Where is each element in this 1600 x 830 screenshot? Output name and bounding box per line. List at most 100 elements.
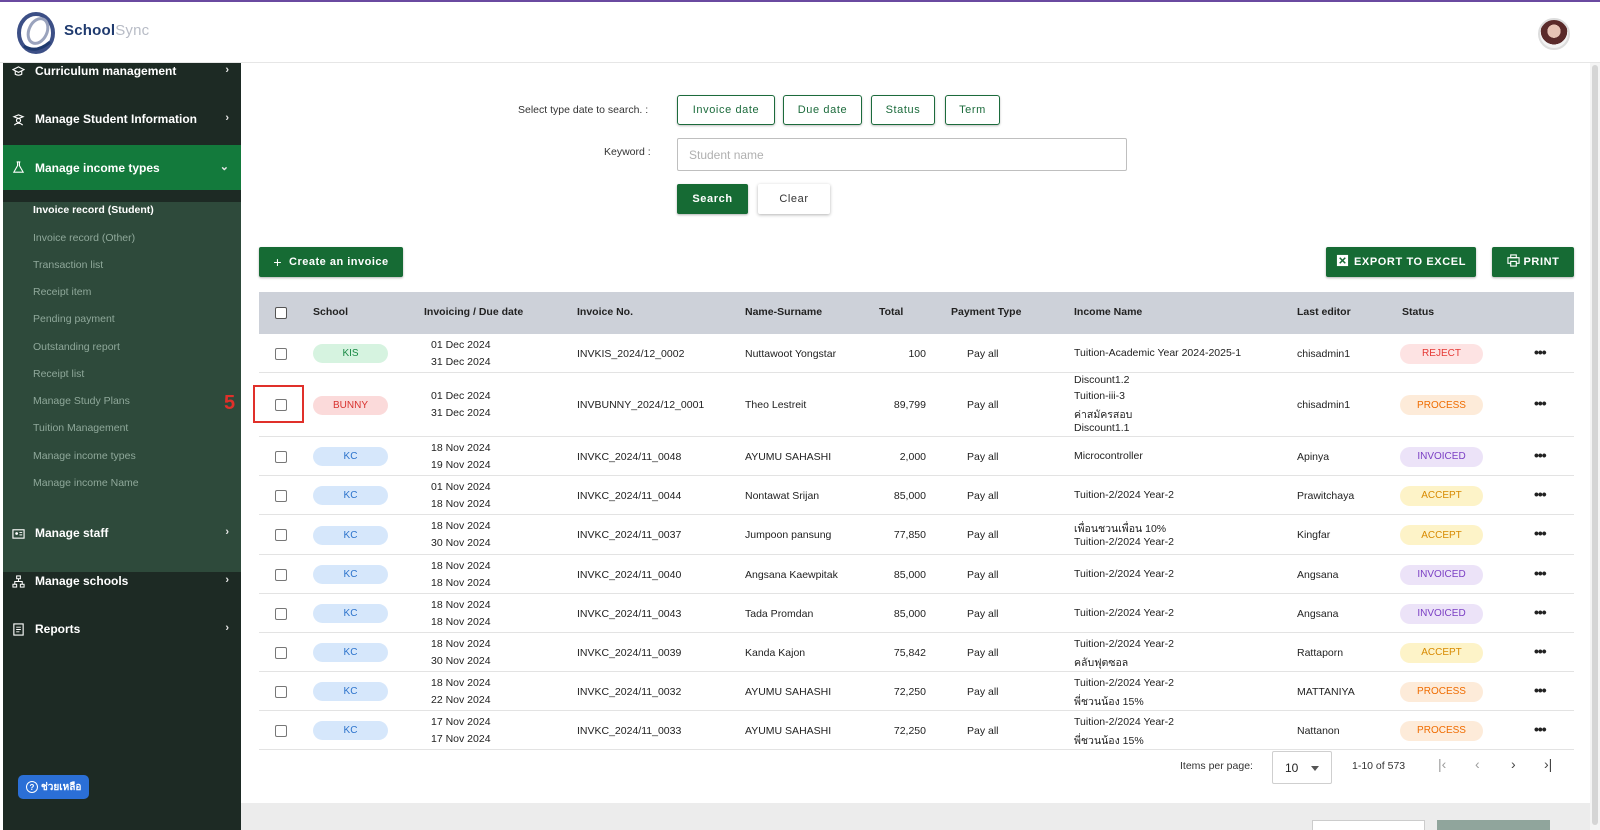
payment-type: Pay all [967, 724, 999, 737]
submenu-invoice-record-other[interactable]: Invoice record (Other) [33, 232, 135, 244]
invoice-total: 85,000 [893, 607, 926, 620]
filter-due-date-button[interactable]: Due date [783, 95, 862, 125]
more-options-icon[interactable]: ••• [1534, 525, 1547, 541]
keyword-search-input[interactable] [677, 138, 1127, 171]
status-badge: INVOICED [1400, 564, 1483, 585]
last-editor: chisadmin1 [1297, 347, 1351, 360]
row-checkbox[interactable] [275, 347, 287, 360]
row-checkbox[interactable] [275, 529, 287, 541]
invoice-date: 18 Nov 2024 [431, 520, 491, 532]
row-checkbox[interactable] [275, 724, 287, 737]
row-checkbox[interactable] [275, 450, 287, 463]
column-header-last-editor[interactable]: Last editor [1297, 306, 1351, 318]
chevron-right-icon: › [225, 526, 229, 538]
clear-button[interactable]: Clear [758, 184, 830, 214]
column-header-school[interactable]: School [313, 306, 348, 318]
footer-button-primary[interactable] [1437, 820, 1550, 830]
table-row[interactable]: KC 18 Nov 2024 30 Nov 2024 INVKC_2024/11_00… [259, 633, 1574, 672]
submenu-manage-income-name[interactable]: Manage income Name [33, 477, 139, 489]
footer-button-secondary[interactable] [1312, 820, 1425, 830]
last-page-icon[interactable]: ›| [1544, 756, 1552, 772]
row-checkbox[interactable] [275, 646, 287, 659]
table-row[interactable]: KC 18 Nov 2024 19 Nov 2024 INVKC_2024/11_00… [259, 437, 1574, 476]
column-header-payment-type[interactable]: Payment Type [951, 306, 1021, 318]
first-page-icon[interactable]: |‹ [1438, 756, 1446, 772]
select-all-checkbox[interactable] [275, 307, 287, 319]
payment-type: Pay all [967, 489, 999, 502]
table-row[interactable]: KC 18 Nov 2024 18 Nov 2024 INVKC_2024/11_00… [259, 594, 1574, 633]
table-row[interactable]: KC 18 Nov 2024 22 Nov 2024 INVKC_2024/11_00… [259, 672, 1574, 711]
invoice-number: INVKC_2024/11_0033 [577, 724, 682, 737]
user-avatar[interactable] [1538, 18, 1570, 50]
submenu-transaction-list[interactable]: Transaction list [33, 259, 103, 271]
row-checkbox[interactable] [275, 489, 287, 502]
sidebar-item-reports[interactable]: Reports › [3, 609, 241, 649]
column-header-total[interactable]: Total [879, 306, 903, 318]
filter-status-button[interactable]: Status [871, 95, 935, 125]
invoice-number: INVKC_2024/11_0039 [577, 646, 682, 659]
invoice-number: INVKC_2024/11_0043 [577, 607, 682, 620]
table-row[interactable]: BUNNY 01 Dec 2024 31 Dec 2024 INVBUNNY_2024… [259, 373, 1574, 437]
table-row[interactable]: KIS 01 Dec 2024 31 Dec 2024 INVKIS_2024/12_… [259, 334, 1574, 373]
submenu-tuition-management[interactable]: Tuition Management [33, 422, 128, 434]
scrollbar-thumb[interactable] [1592, 65, 1598, 825]
items-per-page-select[interactable]: 10 [1272, 751, 1332, 784]
column-header-name[interactable]: Name-Surname [745, 306, 822, 318]
column-header-status[interactable]: Status [1402, 306, 1434, 318]
more-options-icon[interactable]: ••• [1534, 565, 1547, 581]
sidebar-item-label: Manage schools [35, 574, 129, 588]
payment-type: Pay all [967, 529, 999, 541]
column-header-income-name[interactable]: Income Name [1074, 306, 1142, 318]
print-button[interactable]: PRINT [1492, 247, 1574, 277]
export-excel-button[interactable]: EXPORT TO EXCEL [1326, 247, 1476, 277]
submenu-invoice-record-student[interactable]: Invoice record (Student) [33, 204, 154, 216]
sidebar-item-income-types[interactable]: Manage income types ⌄ [3, 145, 241, 190]
submenu-receipt-list[interactable]: Receipt list [33, 368, 84, 380]
row-checkbox[interactable] [275, 685, 287, 698]
school-badge: BUNNY [313, 395, 388, 415]
table-row[interactable]: KC 01 Nov 2024 18 Nov 2024 INVKC_2024/11_00… [259, 476, 1574, 515]
status-badge: PROCESS [1400, 395, 1483, 415]
column-header-date[interactable]: Invoicing / Due date [424, 306, 523, 318]
more-options-icon[interactable]: ••• [1534, 682, 1547, 698]
submenu-study-plans[interactable]: Manage Study Plans [33, 395, 130, 407]
income-name: Tuition-Academic Year 2024-2025-1 [1074, 346, 1242, 359]
sidebar-item-label: Manage Student Information [35, 112, 197, 126]
last-editor: Prawitchaya [1297, 489, 1355, 502]
help-icon: ? [26, 781, 38, 793]
more-options-icon[interactable]: ••• [1534, 486, 1547, 502]
invoice-date: 01 Dec 2024 [431, 390, 491, 402]
help-button[interactable]: ? ช่วยเหลือ [18, 775, 90, 799]
filter-term-button[interactable]: Term [945, 95, 1000, 125]
search-button[interactable]: Search [677, 184, 748, 214]
student-name: Kanda Kajon [745, 646, 806, 659]
sidebar-item-schools[interactable]: Manage schools › [3, 561, 241, 601]
next-page-icon[interactable]: › [1511, 756, 1516, 772]
more-options-icon[interactable]: ••• [1534, 447, 1547, 463]
table-row[interactable]: KC 17 Nov 2024 17 Nov 2024 INVKC_2024/11_00… [259, 711, 1574, 750]
more-options-icon[interactable]: ••• [1534, 604, 1547, 620]
page-scrollbar[interactable] [1590, 63, 1600, 830]
row-checkbox[interactable] [275, 607, 287, 620]
student-icon [11, 112, 25, 126]
submenu-receipt-item[interactable]: Receipt item [33, 286, 91, 298]
sidebar: Curriculum management › Manage Student I… [3, 63, 241, 830]
more-options-icon[interactable]: ••• [1534, 395, 1547, 411]
more-options-icon[interactable]: ••• [1534, 344, 1547, 360]
student-name: AYUMU SAHASHI [745, 450, 832, 463]
sidebar-item-curriculum[interactable]: Curriculum management › [3, 51, 241, 91]
submenu-pending-payment[interactable]: Pending payment [33, 313, 115, 325]
row-checkbox[interactable] [275, 568, 287, 581]
table-row[interactable]: KC 18 Nov 2024 30 Nov 2024 INVKC_2024/11_00… [259, 515, 1574, 555]
table-row[interactable]: KC 18 Nov 2024 18 Nov 2024 INVKC_2024/11_00… [259, 555, 1574, 594]
create-invoice-button[interactable]: + Create an invoice [259, 247, 403, 277]
prev-page-icon[interactable]: ‹ [1475, 756, 1480, 772]
submenu-outstanding-report[interactable]: Outstanding report [33, 341, 120, 353]
more-options-icon[interactable]: ••• [1534, 721, 1547, 737]
submenu-manage-income-types[interactable]: Manage income types [33, 450, 136, 462]
sidebar-item-student-info[interactable]: Manage Student Information › [3, 99, 241, 139]
column-header-invoice-no[interactable]: Invoice No. [577, 306, 633, 318]
more-options-icon[interactable]: ••• [1534, 643, 1547, 659]
sidebar-item-staff[interactable]: Manage staff › [3, 513, 241, 553]
filter-invoice-date-button[interactable]: Invoice date [677, 95, 775, 125]
